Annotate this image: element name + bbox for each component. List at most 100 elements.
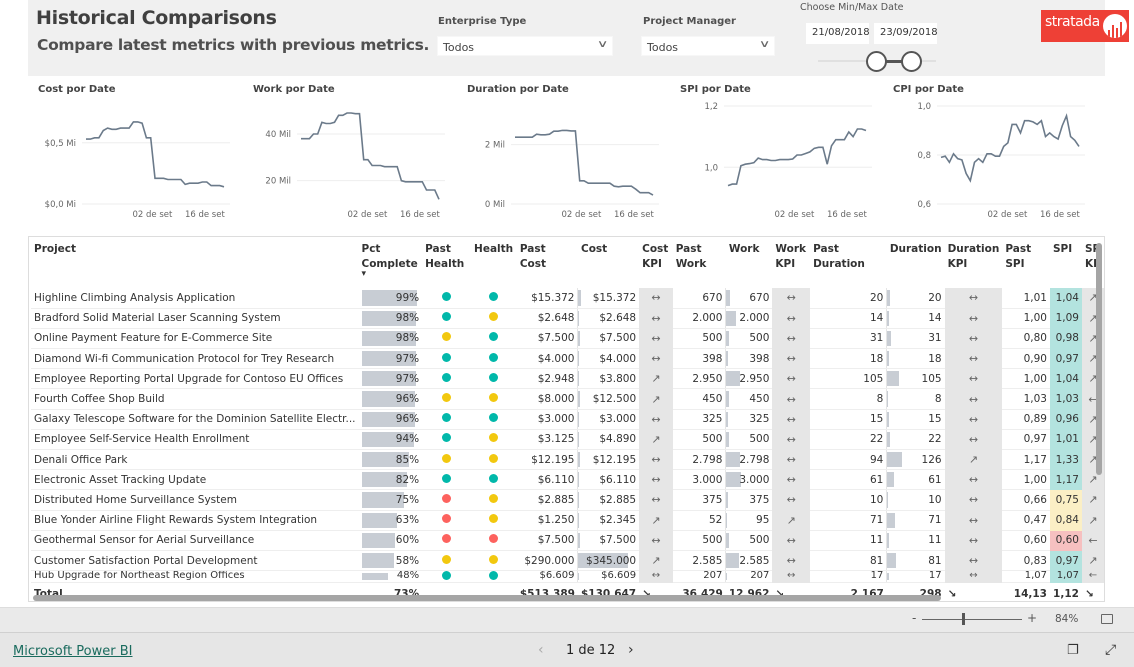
duration-chart[interactable]: Duration por Date 0 Mil 2 Mil 02 de set 16 … xyxy=(457,80,667,226)
table-row[interactable]: Customer Satisfaction Portal Development… xyxy=(31,550,1104,572)
cost-kpi-icon: ↔ xyxy=(639,469,673,491)
col-header-work-kpi[interactable]: Work KPI xyxy=(772,237,810,288)
powerbi-link[interactable]: Microsoft Power BI xyxy=(13,644,132,659)
col-header-past-work[interactable]: Past Work xyxy=(673,237,726,288)
share-icon[interactable]: ❐ xyxy=(1067,643,1079,658)
table-row[interactable]: Employee Self-Service Health Enrollment 9… xyxy=(31,429,1104,451)
fullscreen-icon[interactable]: ⤢ xyxy=(1105,642,1116,658)
col-header-cost-kpi[interactable]: Cost KPI xyxy=(639,237,673,288)
series-line[interactable] xyxy=(86,121,225,188)
project-name: Fourth Coffee Shop Build xyxy=(31,388,359,410)
col-header-cost[interactable]: Cost xyxy=(578,237,639,288)
table-row[interactable]: Fourth Coffee Shop Build 96% $8.000 $12.500… xyxy=(31,388,1104,410)
duration-kpi-icon: ↔ xyxy=(944,530,1003,551)
col-header-spi[interactable]: SPI xyxy=(1050,237,1082,288)
project-name: Geothermal Sensor for Aerial Surveillanc… xyxy=(31,530,359,551)
table-row[interactable]: Blue Yonder Airline Flight Rewards Syste… xyxy=(31,510,1104,531)
next-page-button[interactable]: › xyxy=(628,642,634,658)
table-row[interactable]: Employee Reporting Portal Upgrade for Co… xyxy=(31,368,1104,390)
duration-kpi-icon: ↗ xyxy=(944,449,1003,471)
work-value: 95 xyxy=(756,514,770,527)
cost-kpi-icon: ↗ xyxy=(639,510,673,531)
table-row[interactable]: Geothermal Sensor for Aerial Surveillanc… xyxy=(31,530,1104,551)
health-cell xyxy=(471,489,517,511)
vertical-scrollbar[interactable] xyxy=(1096,243,1102,475)
work-kpi-icon: ↔ xyxy=(772,368,811,390)
min-date-input[interactable]: 21/08/2018 xyxy=(806,23,870,44)
date-slider-max-handle[interactable] xyxy=(901,51,922,72)
date-slider-min-handle[interactable] xyxy=(866,51,887,72)
table-row[interactable]: Hub Upgrade for Northeast Region Offices… xyxy=(31,570,1104,584)
col-header-past-spi[interactable]: Past SPI xyxy=(1002,237,1050,288)
col-header-duration-kpi[interactable]: Duration KPI xyxy=(945,237,1003,288)
health-cell xyxy=(471,388,517,410)
table-row[interactable]: Denali Office Park 85% $12.195 $12.195 ↔ 2.79… xyxy=(31,449,1104,471)
series-line[interactable] xyxy=(727,128,867,187)
col-header-project[interactable]: Project xyxy=(31,237,359,288)
project-manager-dropdown[interactable]: Todos ∨ xyxy=(641,36,775,56)
y-tick-label: 2 Mil xyxy=(485,141,505,151)
fit-to-page-icon[interactable] xyxy=(1101,614,1113,624)
col-header-past-duration[interactable]: Past Duration xyxy=(810,237,887,288)
cost-kpi-icon: ↗ xyxy=(639,429,673,451)
work-cell: 2.000 xyxy=(725,308,773,329)
past-cost: $2.885 xyxy=(516,489,578,511)
duration-value: 22 xyxy=(928,433,942,446)
work-kpi-icon: ↔ xyxy=(772,530,811,551)
work-value: 500 xyxy=(749,534,770,547)
duration-value: 15 xyxy=(928,413,942,426)
col-header-duration[interactable]: Duration xyxy=(887,237,945,288)
table-row[interactable]: Distributed Home Surveillance System 75% $… xyxy=(31,489,1104,511)
page-indicator: 1 de 12 xyxy=(566,643,616,658)
duration-kpi-icon: ↔ xyxy=(944,429,1003,451)
project-name: Electronic Asset Tracking Update xyxy=(31,469,359,491)
table-row[interactable]: Online Payment Feature for E-Commerce Si… xyxy=(31,328,1104,350)
cost-value: $6.609 xyxy=(601,570,637,582)
duration-value: 14 xyxy=(928,312,942,325)
project-manager-label: Project Manager xyxy=(643,16,736,27)
spi-chart[interactable]: SPI por Date 1,0 1,2 02 de set 16 de set xyxy=(670,80,880,226)
cost-value: $2.885 xyxy=(599,493,637,506)
table-row[interactable]: Highline Climbing Analysis Application 99… xyxy=(31,288,1104,309)
series-line[interactable] xyxy=(301,112,440,200)
max-date-input[interactable]: 23/09/2018 xyxy=(874,23,938,44)
cost-chart[interactable]: Cost por Date $0,0 Mi $0,5 Mi 02 de set 16 … xyxy=(28,80,238,226)
col-header-work[interactable]: Work xyxy=(726,237,773,288)
work-cell: 2.585 xyxy=(725,550,773,572)
cpi-chart[interactable]: CPI por Date 0,6 0,8 1,0 02 de set 16 de set xyxy=(883,80,1093,226)
zoom-slider-thumb[interactable] xyxy=(962,613,965,625)
work-kpi-icon: ↔ xyxy=(772,409,811,430)
health-status-dot-yellow xyxy=(442,453,452,463)
zoom-in-button[interactable]: + xyxy=(1027,611,1037,625)
table-row[interactable]: Diamond Wi-fi Communication Protocol for… xyxy=(31,348,1104,370)
table-row[interactable]: Galaxy Telescope Software for the Domini… xyxy=(31,409,1104,430)
duration-value: 105 xyxy=(921,372,942,385)
pct-complete-value: 97% xyxy=(395,372,420,385)
zoom-slider[interactable] xyxy=(922,619,1022,620)
cost-value: $7.500 xyxy=(599,332,637,345)
zoom-out-button[interactable]: - xyxy=(912,611,916,625)
past-spi: 0,47 xyxy=(1002,510,1050,531)
col-header-past-health[interactable]: Past Health xyxy=(422,237,471,288)
series-line[interactable] xyxy=(515,129,654,196)
series-line[interactable] xyxy=(940,113,1080,183)
table-row[interactable]: Bradford Solid Material Laser Scanning S… xyxy=(31,308,1104,329)
col-header-health[interactable]: Health xyxy=(471,237,517,288)
col-header-pct-complete[interactable]: Pct Complete ▾ xyxy=(359,237,423,288)
cost-bar xyxy=(578,573,580,581)
enterprise-type-dropdown[interactable]: Todos ∨ xyxy=(437,36,613,56)
past-work: 52 xyxy=(672,510,726,531)
table-row[interactable]: Electronic Asset Tracking Update 82% $6.11… xyxy=(31,469,1104,491)
work-chart[interactable]: Work por Date 20 Mil 40 Mil 02 de set 16 de… xyxy=(243,80,453,226)
past-spi: 0,80 xyxy=(1002,328,1050,350)
comparison-table[interactable]: Project Pct Complete ▾ Past Health Health P… xyxy=(28,236,1105,602)
horizontal-scrollbar[interactable] xyxy=(33,595,941,601)
previous-page-button[interactable]: ‹ xyxy=(538,642,544,658)
col-header-past-cost[interactable]: Past Cost xyxy=(517,237,578,288)
work-value: 3.000 xyxy=(739,473,770,486)
past-duration: 17 xyxy=(810,570,887,584)
total-duration-kpi: ↘ xyxy=(944,582,1003,601)
project-manager-value: Todos xyxy=(647,41,679,54)
cost-kpi-icon: ↔ xyxy=(639,308,673,329)
cost-value: $7.500 xyxy=(599,534,637,547)
